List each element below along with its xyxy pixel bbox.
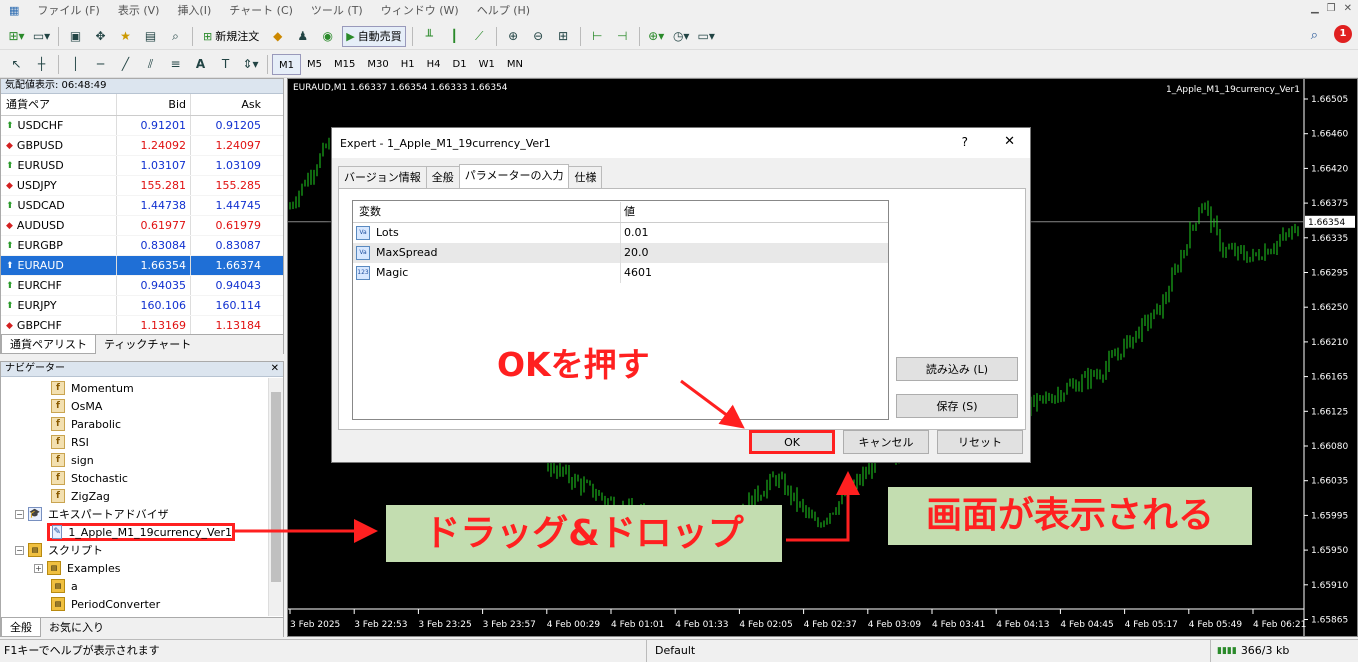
connection-bars-icon: ▮▮▮▮ <box>1217 646 1237 656</box>
arrow-to-ok <box>680 379 745 429</box>
status-traffic: ▮▮▮▮ 366/3 kb <box>1210 640 1289 662</box>
status-traffic-text: 366/3 kb <box>1240 644 1290 657</box>
status-bar: F1キーでヘルプが表示されます Default ▮▮▮▮ 366/3 kb <box>0 639 1358 662</box>
status-help: F1キーでヘルプが表示されます <box>4 644 160 657</box>
tab-inputs[interactable]: パラメーターの入力 <box>458 164 570 188</box>
annotation-arrows <box>235 379 860 543</box>
arrow-to-dialog <box>786 471 860 542</box>
status-profile: Default <box>646 640 746 662</box>
